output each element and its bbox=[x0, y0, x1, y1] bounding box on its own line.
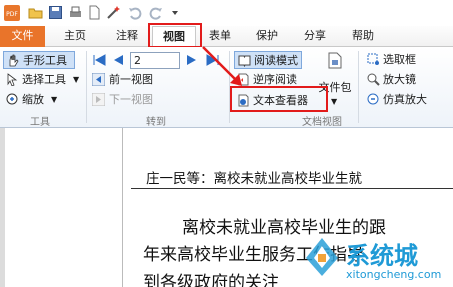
hand-tool-label: 手形工具 bbox=[23, 54, 67, 67]
chevron-down-icon: ▼ bbox=[51, 95, 58, 104]
group-divider bbox=[86, 51, 87, 123]
file-package-icon bbox=[328, 52, 342, 69]
zoom-button[interactable]: 缩放 ▼ bbox=[3, 91, 63, 109]
docview-group-label: 文档视图 bbox=[302, 117, 342, 128]
tab-file[interactable]: 文件 bbox=[0, 26, 45, 47]
tab-protect[interactable]: 保护 bbox=[247, 26, 287, 47]
read-mode-label: 阅读模式 bbox=[254, 54, 298, 67]
select-tool-label: 选择工具 bbox=[22, 73, 66, 86]
magnifier-icon bbox=[367, 73, 380, 86]
hand-icon bbox=[9, 54, 19, 67]
marquee-button[interactable]: 选取框 bbox=[364, 51, 453, 69]
navigation-pane-edge[interactable] bbox=[0, 128, 5, 287]
cursor-icon bbox=[7, 73, 18, 86]
paragraph-line: 到各级政府的关注 bbox=[143, 273, 279, 287]
previous-view-label: 前一视图 bbox=[109, 73, 153, 86]
view-tab-highlight bbox=[148, 23, 202, 48]
print-icon[interactable] bbox=[68, 5, 83, 20]
tools-group-label: 工具 bbox=[30, 117, 50, 128]
simulated-zoom-label: 仿真放大 bbox=[383, 93, 427, 106]
page-edge bbox=[122, 128, 123, 287]
undo-icon[interactable] bbox=[128, 5, 143, 20]
group-divider bbox=[358, 51, 359, 123]
document-header: 庄一民等：离校未就业高校毕业生就 bbox=[146, 171, 362, 187]
forward-arrow-icon bbox=[92, 93, 105, 106]
tab-share[interactable]: 分享 bbox=[295, 26, 335, 47]
simulated-zoom-button[interactable]: 仿真放大 bbox=[364, 91, 453, 109]
goto-group-label: 转到 bbox=[146, 117, 166, 128]
header-rule bbox=[131, 188, 453, 189]
page-number-input[interactable]: 2 bbox=[130, 52, 180, 69]
magnifier-label: 放大镜 bbox=[383, 73, 416, 86]
svg-text:PDF: PDF bbox=[6, 11, 18, 18]
zoom-icon bbox=[6, 93, 18, 105]
zoom-label: 缩放 bbox=[22, 93, 44, 106]
watermark: 系统城 xitongcheng.com bbox=[300, 232, 453, 287]
magnifier-button[interactable]: 放大镜 bbox=[364, 71, 453, 89]
new-doc-icon[interactable] bbox=[87, 5, 102, 20]
tab-home[interactable]: 主页 bbox=[55, 26, 95, 47]
tab-help[interactable]: 帮助 bbox=[343, 26, 383, 47]
watermark-url: xitongcheng.com bbox=[346, 268, 442, 281]
annotation-arrow bbox=[202, 46, 242, 86]
next-page-icon[interactable] bbox=[186, 54, 198, 66]
magic-icon[interactable] bbox=[106, 5, 121, 20]
marquee-label: 选取框 bbox=[383, 53, 416, 66]
next-view-label: 下一视图 bbox=[109, 93, 153, 106]
save-icon[interactable] bbox=[48, 5, 63, 20]
open-folder-icon[interactable] bbox=[28, 5, 43, 20]
marquee-icon bbox=[367, 53, 379, 65]
pdf-logo-icon[interactable]: PDF bbox=[3, 4, 21, 22]
previous-view-button[interactable]: 前一视图 bbox=[92, 71, 182, 89]
next-view-button[interactable]: 下一视图 bbox=[92, 91, 182, 109]
watermark-logo-icon bbox=[306, 238, 338, 276]
customize-dropdown-icon[interactable] bbox=[170, 5, 180, 20]
simulated-zoom-icon bbox=[367, 93, 379, 105]
tab-comment[interactable]: 注释 bbox=[107, 26, 147, 47]
hand-tool-button[interactable]: 手形工具 bbox=[3, 51, 75, 69]
select-tool-button[interactable]: 选择工具 ▼ bbox=[3, 71, 81, 89]
watermark-title: 系统城 bbox=[346, 242, 418, 270]
prev-page-icon[interactable] bbox=[112, 54, 124, 66]
chevron-down-icon: ▼ bbox=[331, 97, 338, 106]
chevron-down-icon: ▼ bbox=[73, 75, 80, 84]
redo-icon[interactable] bbox=[148, 5, 163, 20]
quick-access-toolbar: PDF bbox=[0, 0, 453, 26]
first-page-icon[interactable] bbox=[92, 54, 106, 66]
back-arrow-icon bbox=[92, 73, 105, 86]
